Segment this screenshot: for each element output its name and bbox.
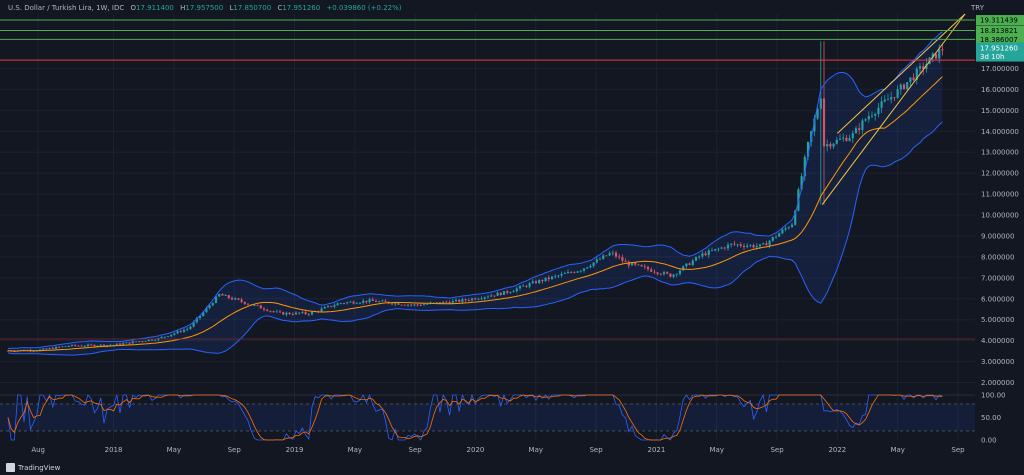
time-tick-label: 2020 xyxy=(467,446,485,454)
time-tick-label: Sep xyxy=(951,446,965,454)
price-tick-label: 6.000000 xyxy=(981,295,1014,303)
price-tick-label: 4.000000 xyxy=(981,337,1014,345)
price-tick-label: 11.000000 xyxy=(981,191,1019,199)
last-price-label: 17.951260 xyxy=(980,45,1018,53)
price-badge-2: 18.813821 xyxy=(980,27,1018,35)
time-tick-label: 2021 xyxy=(647,446,665,454)
price-tick-label: 3.000000 xyxy=(981,358,1014,366)
time-tick-label: Aug xyxy=(31,446,45,454)
symbol-title: U.S. Dollar / Turkish Lira, 1W, IDC xyxy=(8,4,125,12)
countdown-label: 3d 10h xyxy=(980,53,1004,61)
chart-canvas[interactable]: 19.31143918.81382118.38600717.9512603d 1… xyxy=(0,0,1024,475)
tradingview-brand[interactable]: TradingView xyxy=(6,463,60,472)
time-tick-label: 2022 xyxy=(828,446,846,454)
change-value: +0.039860 (+0.22%) xyxy=(326,4,402,12)
low-value: 17.850700 xyxy=(233,4,272,12)
price-badge-1: 19.311439 xyxy=(980,17,1018,25)
price-tick-label: 9.000000 xyxy=(981,232,1014,240)
price-tick-label: 5.000000 xyxy=(981,316,1014,324)
close-value: 17.951260 xyxy=(282,4,321,12)
time-tick-label: 2018 xyxy=(105,446,123,454)
time-tick-label: Sep xyxy=(228,446,242,454)
time-axis[interactable]: Aug 2018 May Sep 2019 May Sep 2020 May Sep 2021 May… xyxy=(31,446,965,454)
time-tick-label: May xyxy=(167,446,181,454)
time-tick-label: May xyxy=(529,446,543,454)
stochastic-pane: 100.00 50.00 0.00 xyxy=(0,392,1006,445)
time-tick-label: Sep xyxy=(770,446,784,454)
currency-label: TRY xyxy=(971,4,984,12)
time-tick-label: Sep xyxy=(589,446,603,454)
brand-label: TradingView xyxy=(18,463,61,472)
time-tick-label: May xyxy=(709,446,723,454)
overlays-layer xyxy=(7,13,966,356)
price-axis[interactable]: 2.000000 3.000000 4.000000 5.000000 6.000000… xyxy=(981,65,1019,387)
high-value: 17.957500 xyxy=(185,4,224,12)
symbol-header: U.S. Dollar / Turkish Lira, 1W, IDC O17.… xyxy=(8,4,402,12)
price-tick-label: 15.000000 xyxy=(981,107,1019,115)
time-tick-label: Sep xyxy=(409,446,423,454)
price-tick-label: 16.000000 xyxy=(981,86,1019,94)
price-tick-label: 2.000000 xyxy=(981,379,1014,387)
price-tick-label: 10.000000 xyxy=(981,212,1019,220)
price-tick-label: 8.000000 xyxy=(981,253,1014,261)
time-tick-label: May xyxy=(348,446,362,454)
stoch-tick-label: 50.00 xyxy=(981,414,1001,422)
price-tick-label: 7.000000 xyxy=(981,274,1014,282)
price-tick-label: 17.000000 xyxy=(981,65,1019,73)
open-value: 17.911400 xyxy=(136,4,174,12)
price-tick-label: 13.000000 xyxy=(981,149,1019,157)
price-tick-label: 12.000000 xyxy=(981,170,1019,178)
time-tick-label: 2019 xyxy=(286,446,304,454)
stoch-band xyxy=(0,404,975,431)
stoch-tick-label: 0.00 xyxy=(981,437,997,445)
time-tick-label: May xyxy=(890,446,904,454)
price-tick-label: 14.000000 xyxy=(981,128,1019,136)
tradingview-logo-icon xyxy=(6,463,15,472)
stoch-tick-label: 100.00 xyxy=(981,392,1006,400)
